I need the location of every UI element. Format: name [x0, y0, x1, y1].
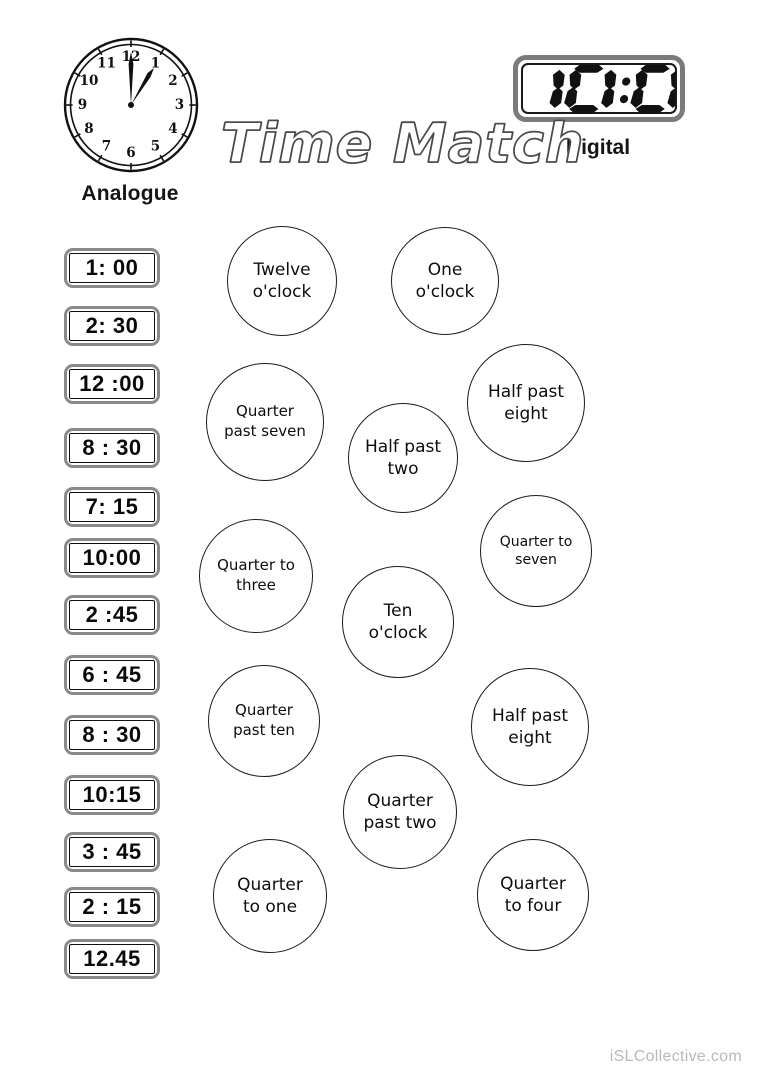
- word-circle-label: Quarter to one: [237, 874, 303, 917]
- svg-text:9: 9: [78, 97, 87, 113]
- word-circle[interactable]: Quarter past seven: [206, 363, 324, 481]
- page-title: Time Match: [220, 112, 585, 175]
- word-circle[interactable]: One o'clock: [391, 227, 499, 335]
- time-box-frame: 10:00: [69, 543, 155, 573]
- time-box-label: 10:15: [82, 782, 142, 807]
- time-box-frame: 2: 30: [69, 311, 155, 341]
- word-circle[interactable]: Quarter to four: [477, 839, 589, 951]
- svg-text:6: 6: [126, 145, 135, 161]
- svg-text:10: 10: [80, 73, 99, 89]
- time-box-label: 2 :45: [85, 602, 139, 627]
- svg-text:4: 4: [168, 121, 177, 137]
- footer-watermark: iSLCollective.com: [609, 1048, 742, 1065]
- time-box-frame: 1: 00: [69, 253, 155, 283]
- analogue-clock: 12 1 2 3 4 5 6 7 8 9 10 11: [62, 36, 200, 174]
- time-box[interactable]: 12.45: [64, 939, 160, 979]
- word-circle-label: Quarter past ten: [233, 701, 295, 739]
- word-circle[interactable]: Half past eight: [471, 668, 589, 786]
- word-circle-label: Quarter past seven: [224, 402, 306, 440]
- time-box-frame: 12.45: [69, 944, 155, 974]
- word-circle-label: Quarter past two: [363, 790, 437, 833]
- svg-text:11: 11: [97, 56, 116, 72]
- time-box[interactable]: 8 : 30: [64, 428, 160, 468]
- time-box-label: 3 : 45: [82, 839, 142, 864]
- time-box[interactable]: 12 :00: [64, 364, 160, 404]
- time-box-frame: 2 :45: [69, 600, 155, 630]
- time-box-frame: 10:15: [69, 780, 155, 810]
- svg-text:1: 1: [151, 56, 160, 72]
- time-box-frame: 8 : 30: [69, 433, 155, 463]
- word-circle[interactable]: Quarter past two: [343, 755, 457, 869]
- word-circle[interactable]: Quarter to one: [213, 839, 327, 953]
- word-circle-label: One o'clock: [415, 259, 475, 302]
- word-circle[interactable]: Quarter to seven: [480, 495, 592, 607]
- time-box-frame: 6 : 45: [69, 660, 155, 690]
- word-circle-label: Quarter to three: [217, 556, 295, 594]
- time-box-label: 2 : 15: [82, 894, 142, 919]
- time-box-label: 7: 15: [85, 494, 139, 519]
- word-circle[interactable]: Half past eight: [467, 344, 585, 462]
- word-circle[interactable]: Ten o'clock: [342, 566, 454, 678]
- time-box[interactable]: 1: 00: [64, 248, 160, 288]
- time-box-label: 8 : 30: [82, 722, 142, 747]
- digital-clock-screen: [521, 63, 677, 114]
- time-box[interactable]: 8 : 30: [64, 715, 160, 755]
- time-box-label: 6 : 45: [82, 662, 142, 687]
- time-box[interactable]: 2: 30: [64, 306, 160, 346]
- time-box-frame: 2 : 15: [69, 892, 155, 922]
- time-box[interactable]: 2 :45: [64, 595, 160, 635]
- time-box[interactable]: 3 : 45: [64, 832, 160, 872]
- svg-text:5: 5: [151, 139, 160, 155]
- time-box[interactable]: 2 : 15: [64, 887, 160, 927]
- time-box-label: 8 : 30: [82, 435, 142, 460]
- time-box[interactable]: 10:00: [64, 538, 160, 578]
- time-box[interactable]: 6 : 45: [64, 655, 160, 695]
- word-circle-label: Quarter to four: [500, 873, 566, 916]
- svg-text:3: 3: [175, 97, 184, 113]
- time-box-label: 12.45: [83, 946, 141, 971]
- time-box-label: 1: 00: [85, 255, 139, 280]
- word-circle-label: Half past eight: [491, 705, 569, 748]
- time-box-frame: 7: 15: [69, 492, 155, 522]
- word-circle[interactable]: Quarter past ten: [208, 665, 320, 777]
- time-box-label: 10:00: [82, 545, 142, 570]
- analogue-clock-face-icon: 12 1 2 3 4 5 6 7 8 9 10 11: [63, 37, 199, 173]
- time-box[interactable]: 10:15: [64, 775, 160, 815]
- time-box[interactable]: 7: 15: [64, 487, 160, 527]
- svg-text:2: 2: [168, 73, 177, 89]
- word-circle-label: Half past two: [364, 436, 442, 479]
- analogue-label: Analogue: [81, 182, 179, 205]
- word-circle-label: Quarter to seven: [499, 533, 573, 568]
- time-box-frame: 12 :00: [69, 369, 155, 399]
- svg-text:8: 8: [84, 121, 93, 137]
- digital-readout-icon: [549, 65, 675, 114]
- word-circle[interactable]: Half past two: [348, 403, 458, 513]
- word-circle-label: Ten o'clock: [368, 600, 428, 643]
- time-box-label: 12 :00: [79, 371, 145, 396]
- svg-text:7: 7: [102, 139, 111, 155]
- worksheet-page: 12 1 2 3 4 5 6 7 8 9 10 11 Analogue: [0, 0, 766, 1084]
- time-box-frame: 3 : 45: [69, 837, 155, 867]
- word-circle-label: Twelve o'clock: [252, 259, 312, 302]
- word-circle[interactable]: Twelve o'clock: [227, 226, 337, 336]
- word-circle-label: Half past eight: [487, 381, 565, 424]
- word-circle[interactable]: Quarter to three: [199, 519, 313, 633]
- time-box-label: 2: 30: [85, 313, 139, 338]
- time-box-frame: 8 : 30: [69, 720, 155, 750]
